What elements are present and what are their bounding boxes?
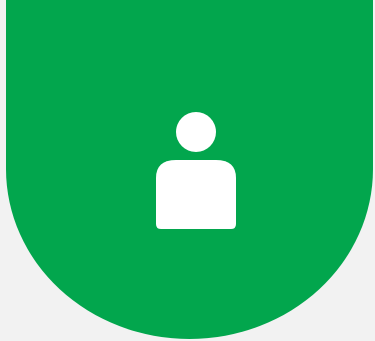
user-icon: [156, 112, 236, 229]
avatar-card: [0, 0, 375, 341]
avatar[interactable]: [6, 0, 373, 339]
